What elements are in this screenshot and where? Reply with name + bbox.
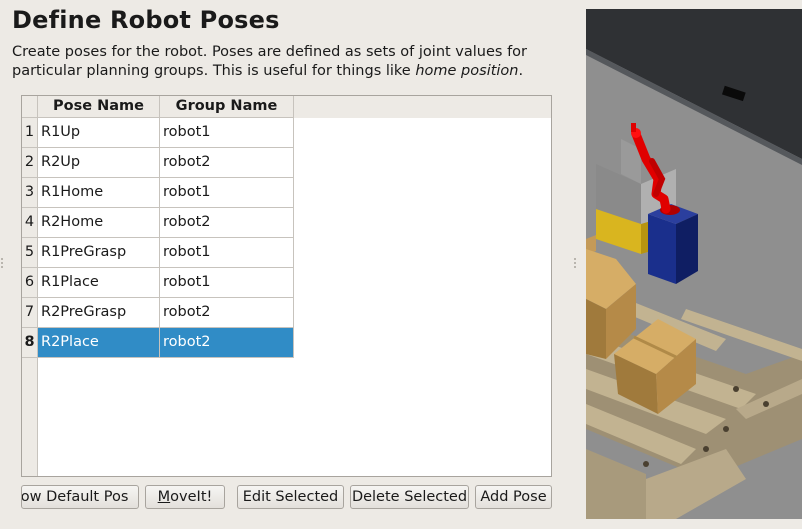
pose-name-cell[interactable]: R1Home — [38, 178, 160, 208]
pose-name-cell[interactable]: R1Up — [38, 118, 160, 148]
row-number[interactable]: 3 — [22, 178, 37, 208]
pose-name-cell[interactable]: R2PreGrasp — [38, 298, 160, 328]
pose-name-cell[interactable]: R1PreGrasp — [38, 238, 160, 268]
description-end: . — [518, 63, 524, 79]
pose-name-cell[interactable]: R2Place — [38, 328, 160, 358]
page-title: Define Robot Poses — [12, 6, 280, 34]
description-italic: home position — [415, 63, 519, 79]
pose-name-cell[interactable]: R2Up — [38, 148, 160, 178]
robot-3d-viewport[interactable] — [586, 9, 802, 519]
table-corner-button[interactable] — [22, 96, 38, 118]
group-name-cell[interactable]: robot2 — [160, 208, 294, 238]
add-pose-button[interactable]: Add Pose — [475, 485, 552, 509]
show-default-pose-button[interactable]: how Default Pos — [21, 485, 139, 509]
moveit-label: oveIt! — [170, 489, 213, 505]
left-splitter-handle[interactable] — [1, 258, 3, 272]
group-name-cell[interactable]: robot1 — [160, 118, 294, 148]
poses-table[interactable]: Pose Name Group Name 1 R1Up robot1 2 R2Up rob… — [21, 95, 552, 477]
row-number[interactable]: 4 — [22, 208, 37, 238]
pose-name-cell[interactable]: R2Home — [38, 208, 160, 238]
group-name-cell[interactable]: robot2 — [160, 148, 294, 178]
moveit-button[interactable]: MoveIt! — [145, 485, 225, 509]
robot-scene — [586, 9, 802, 519]
row-number[interactable]: 5 — [22, 238, 37, 268]
row-number[interactable]: 1 — [22, 118, 37, 148]
row-number[interactable]: 6 — [22, 268, 37, 298]
row-number[interactable]: 7 — [22, 298, 37, 328]
delete-selected-button[interactable]: Delete Selected — [350, 485, 469, 509]
pose-name-cell[interactable]: R1Place — [38, 268, 160, 298]
moveit-mnemonic: M — [157, 489, 171, 505]
page-description: Create poses for the robot. Poses are de… — [12, 43, 567, 81]
edit-selected-button[interactable]: Edit Selected — [237, 485, 344, 509]
group-name-cell[interactable]: robot1 — [160, 268, 294, 298]
column-header-pose-name[interactable]: Pose Name — [38, 96, 160, 118]
right-splitter-handle[interactable] — [574, 258, 576, 272]
column-header-group-name[interactable]: Group Name — [160, 96, 294, 118]
group-name-cell[interactable]: robot1 — [160, 178, 294, 208]
group-name-cell[interactable]: robot2 — [160, 298, 294, 328]
row-number[interactable]: 8 — [22, 328, 37, 358]
row-number[interactable]: 2 — [22, 148, 37, 178]
group-name-cell[interactable]: robot2 — [160, 328, 294, 358]
group-name-cell[interactable]: robot1 — [160, 238, 294, 268]
robot-base-left — [648, 214, 676, 284]
